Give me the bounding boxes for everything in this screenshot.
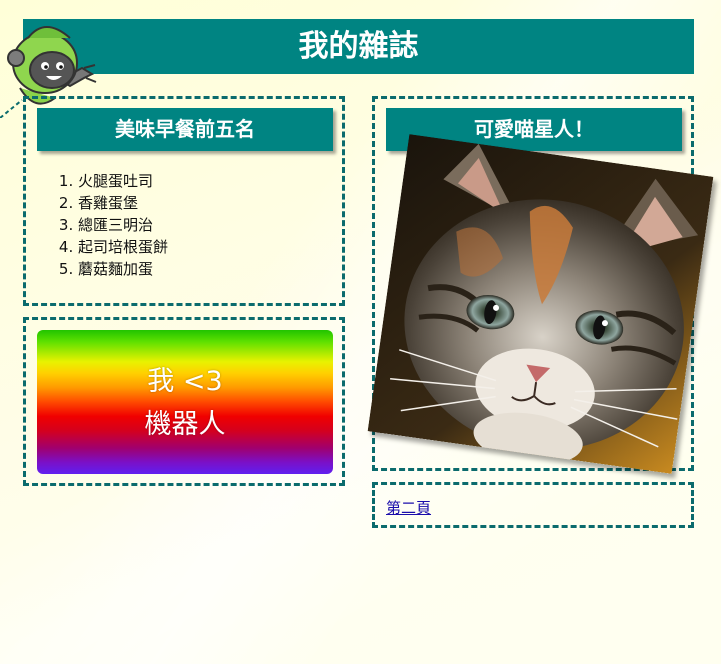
robot-panel: 我 <3 機器人 — [23, 317, 345, 486]
banner-line-1: 我 <3 — [147, 366, 223, 397]
list-item: 香雞蛋堡 — [78, 192, 168, 214]
breakfast-list: 火腿蛋吐司 香雞蛋堡 總匯三明治 起司培根蛋餅 蘑菇麵加蛋 — [78, 170, 168, 280]
page-2-link[interactable]: 第二頁 — [386, 497, 431, 518]
cat-panel: 可愛喵星人！ — [367, 96, 714, 474]
cat-photo — [367, 134, 714, 474]
banner-line-2: 機器人 — [144, 409, 226, 440]
rainbow-banner: 我 <3 機器人 — [37, 330, 333, 474]
list-item: 總匯三明治 — [78, 214, 168, 236]
list-item: 蘑菇麵加蛋 — [78, 258, 168, 280]
breakfast-panel: 美味早餐前五名 火腿蛋吐司 香雞蛋堡 總匯三明治 起司培根蛋餅 蘑菇麵加蛋 — [23, 96, 345, 306]
nav-panel: 第二頁 — [372, 482, 694, 528]
list-item: 火腿蛋吐司 — [78, 170, 168, 192]
breakfast-title: 美味早餐前五名 — [37, 108, 333, 151]
list-item: 起司培根蛋餅 — [78, 236, 168, 258]
page-title: 我的雜誌 — [23, 19, 694, 74]
